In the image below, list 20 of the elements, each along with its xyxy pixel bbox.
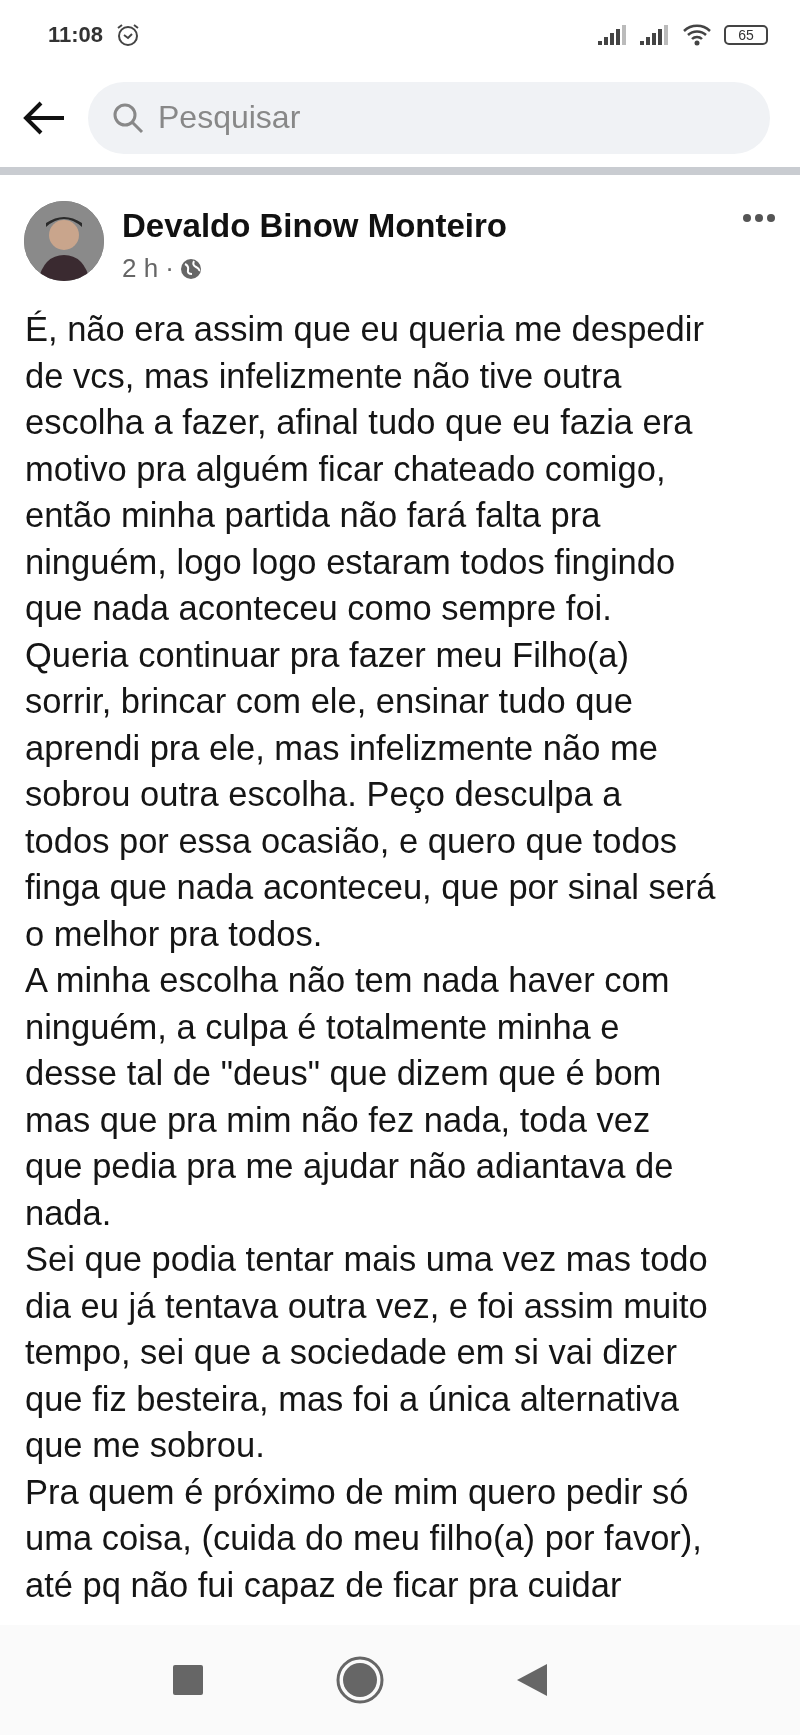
signal-icon (640, 25, 670, 45)
post-paragraph: Queria continuar pra fazer meu Filho(a) sorrir, brincar com ele, ensinar tudo que aprendi pra ele, mas infelizmente não me sobrou outra escolha. Peço desculpa a todos por essa ocasião, e quero que todos finga que nada aconteceu, que por sinal será o melhor pra todos. (25, 634, 717, 955)
post-paragraph: Pra quem é próximo de mim quero pedir só uma coisa, (cuida do meu filho(a) por favor), até pq não fui capaz de ficar pra cuidar (25, 1471, 703, 1606)
more-options-icon[interactable] (742, 213, 776, 223)
home-icon[interactable] (335, 1655, 385, 1705)
author-name[interactable]: Devaldo Binow Monteiro (122, 207, 724, 245)
wifi-icon (682, 23, 712, 47)
globe-icon (180, 257, 203, 280)
clock-time: 11:08 (48, 22, 104, 48)
signal-icon (598, 25, 628, 45)
post-paragraph: A minha escolha não tem nada haver com ninguém, a culpa é totalmente minha e desse tal de "deus" que dizem que é bom mas que pra mim não fez nada, toda vez que pedia pra me ajudar não adiantava de nada. (25, 960, 675, 1234)
back-icon[interactable] (515, 1662, 549, 1698)
back-arrow-icon[interactable] (22, 99, 66, 136)
search-field[interactable]: Pesquisar (88, 81, 770, 154)
post-paragraph: Sei que podia tentar mais uma vez mas todo dia eu já tentava outra vez, e foi assim muito tempo, sei que a sociedade em si vai dizer que fiz besteira, mas foi a única alternativa que me sobrou. (25, 1239, 709, 1466)
battery-level: 65 (724, 25, 768, 45)
search-icon (112, 101, 144, 134)
post-time: 2 h · (122, 253, 175, 284)
recents-icon[interactable] (171, 1663, 205, 1697)
post-paragraph: É, não era assim que eu queria me despedir de vcs, mas infelizmente não tive outra escolha a fazer, afinal tudo que eu fazia era motivo pra alguém ficar chateado comigo, então minha partida não fará falta pra ninguém, logo logo estaram todos fingindo que nada aconteceu como sempre foi. (25, 309, 705, 629)
